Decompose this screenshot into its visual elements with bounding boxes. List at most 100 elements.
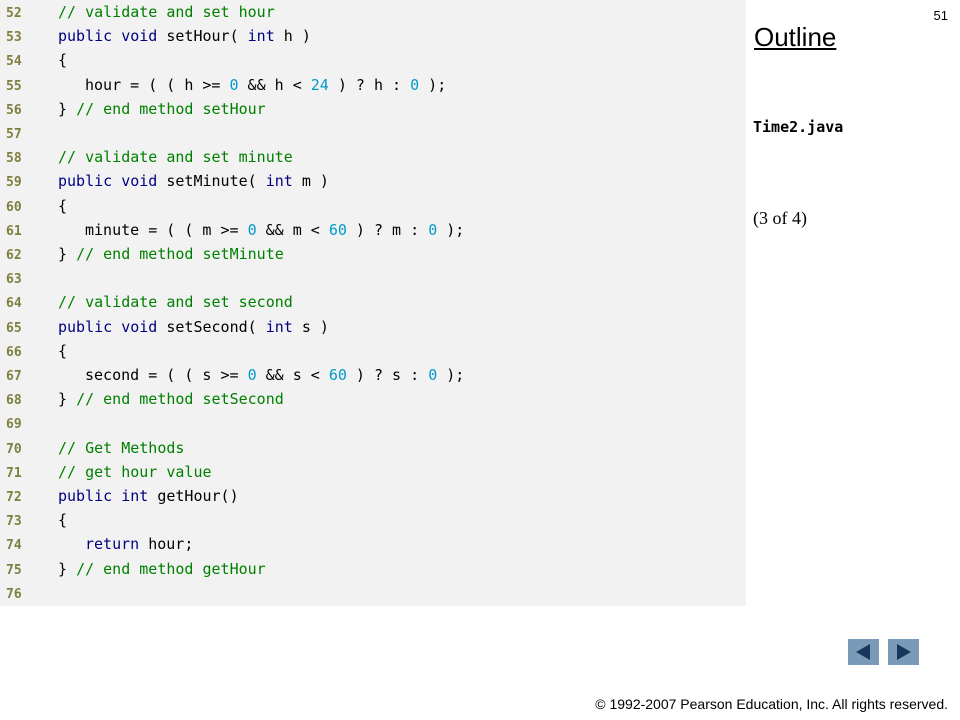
line-number: 56 — [6, 102, 22, 118]
line-number: 69 — [6, 417, 22, 433]
outline-title[interactable]: Outline — [754, 22, 836, 53]
code-token: && s < — [256, 366, 329, 384]
comment-token: // end method setHour — [76, 99, 266, 118]
code-text: hour = ( ( h >= 0 && h < 24 ) ? h : 0 ); — [85, 73, 446, 97]
code-line: 52 // validate and set hour — [0, 0, 275, 24]
line-number: 54 — [6, 54, 22, 70]
code-line: 64 // validate and set second — [0, 290, 293, 314]
line-number: 64 — [6, 296, 22, 312]
code-line: 67 second = ( ( s >= 0 && s < 60 ) ? s : … — [0, 363, 464, 387]
keyword-token: int — [121, 487, 149, 505]
code-token: setMinute( — [157, 172, 266, 191]
line-number: 62 — [6, 248, 22, 263]
code-token: } — [58, 559, 77, 578]
code-line: 58 // validate and set minute — [0, 145, 293, 169]
code-token: ) ? m : — [346, 220, 429, 239]
code-line: 66 { — [0, 339, 67, 363]
number-token: 0 — [229, 75, 239, 94]
line-number: 66 — [6, 344, 22, 360]
line-number: 74 — [6, 538, 22, 554]
line-number: 55 — [6, 78, 22, 94]
line-number: 73 — [6, 514, 22, 530]
code-text: return hour; — [85, 532, 193, 556]
page-indicator: (3 of 4) — [753, 208, 807, 228]
code-line: 76 — [0, 581, 52, 605]
code-token: h ) — [274, 27, 311, 46]
comment-token: // validate and set hour — [58, 3, 275, 21]
keyword-token: public — [58, 317, 113, 336]
comment-token: // validate and set minute — [58, 148, 293, 167]
code-text: { — [58, 339, 67, 363]
triangle-right-icon — [897, 644, 911, 660]
code-line: 62} // end method setMinute — [0, 242, 284, 266]
code-line: 59 public void setMinute( int m ) — [0, 169, 329, 193]
line-number: 60 — [6, 199, 22, 215]
code-token: ); — [437, 220, 465, 239]
keyword-token: int — [247, 27, 275, 46]
next-slide-button[interactable] — [888, 639, 919, 665]
code-line: 56} // end method setHour — [0, 97, 266, 121]
code-line: 55 hour = ( ( h >= 0 && h < 24 ) ? h : 0 … — [0, 73, 446, 97]
code-line: 72 public int getHour() — [0, 484, 239, 508]
code-text: } // end method getHour — [58, 557, 266, 581]
keyword-token: int — [265, 317, 293, 336]
code-text: // validate and set second — [58, 290, 293, 314]
line-number: 65 — [6, 320, 22, 336]
code-token: { — [58, 511, 68, 530]
code-token: ) ? h : — [328, 75, 411, 94]
line-number: 72 — [6, 490, 22, 505]
code-line: 69 — [0, 411, 52, 435]
number-token: 0 — [410, 75, 420, 94]
line-number: 52 — [6, 6, 22, 21]
code-text: public void setMinute( int m ) — [58, 169, 329, 193]
code-line: 61 minute = ( ( m >= 0 && m < 60 ) ? m : … — [0, 218, 464, 242]
code-line: 74 return hour; — [0, 532, 193, 556]
code-token: { — [58, 196, 68, 215]
code-text: second = ( ( s >= 0 && s < 60 ) ? s : 0 … — [85, 363, 464, 387]
code-text: // validate and set hour — [58, 0, 275, 24]
code-text: { — [58, 508, 67, 532]
comment-token: // validate and set second — [58, 293, 293, 312]
number-token: 0 — [428, 220, 438, 239]
file-name: Time2.java — [753, 118, 844, 136]
code-token: setHour( — [157, 27, 248, 46]
code-text: public void setSecond( int s ) — [58, 315, 329, 339]
code-line: 53 public void setHour( int h ) — [0, 24, 311, 48]
code-token: getHour() — [148, 487, 239, 505]
code-line: 60 { — [0, 194, 67, 218]
code-text: public void setHour( int h ) — [58, 24, 311, 48]
keyword-token: public — [58, 487, 113, 505]
code-token: { — [58, 341, 68, 360]
code-token: } — [58, 245, 77, 263]
code-token: setSecond( — [157, 317, 266, 336]
number-token: 24 — [310, 75, 329, 94]
code-token: && m < — [256, 220, 329, 239]
keyword-token: void — [121, 317, 158, 336]
line-number: 53 — [6, 30, 22, 46]
code-text: minute = ( ( m >= 0 && m < 60 ) ? m : 0 … — [85, 218, 464, 242]
keyword-token: public — [58, 27, 113, 46]
code-token: ); — [437, 366, 465, 384]
code-line: 68} // end method setSecond — [0, 387, 284, 411]
comment-token: // end method setMinute — [76, 245, 284, 263]
triangle-left-icon — [856, 644, 870, 660]
code-text: // validate and set minute — [58, 145, 293, 169]
code-text: // get hour value — [58, 460, 212, 484]
number-token: 0 — [247, 366, 257, 384]
copyright-notice: © 1992-2007 Pearson Education, Inc. All … — [595, 696, 948, 712]
code-panel: 52 // validate and set hour 53 public void … — [0, 0, 746, 606]
code-text: } // end method setSecond — [58, 387, 284, 411]
previous-slide-button[interactable] — [848, 639, 879, 665]
comment-token: // end method setSecond — [76, 390, 284, 409]
code-line: 54 { — [0, 48, 67, 72]
comment-token: // Get Methods — [58, 438, 185, 457]
code-token: } — [58, 99, 77, 118]
code-text: { — [58, 194, 67, 218]
number-token: 0 — [428, 366, 438, 384]
code-token: second = ( ( s >= — [85, 366, 248, 384]
code-text: } // end method setHour — [58, 97, 266, 121]
